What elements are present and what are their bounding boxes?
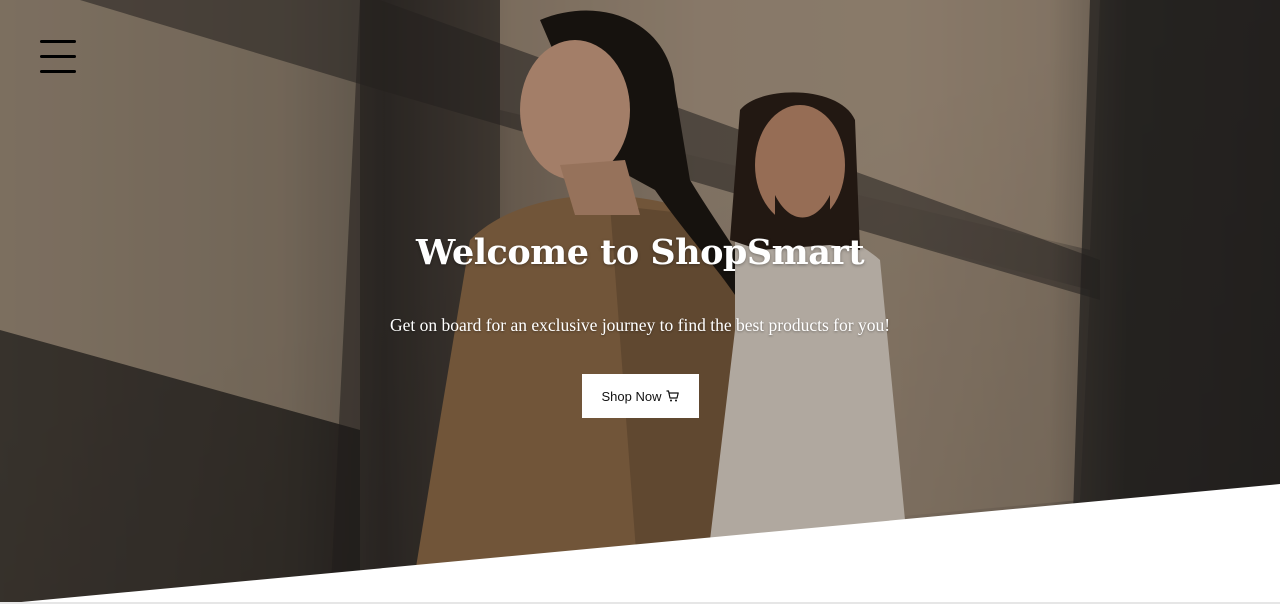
hero-subtitle: Get on board for an exclusive journey to… xyxy=(389,315,891,335)
menu-bar xyxy=(40,55,76,58)
hero-overlay xyxy=(0,0,1280,604)
menu-bar xyxy=(40,70,76,73)
hamburger-menu-icon[interactable] xyxy=(38,38,78,76)
hero-section xyxy=(0,0,1280,604)
hero-title: Welcome to ShopSmart xyxy=(416,232,865,273)
menu-bar xyxy=(40,40,76,43)
shop-now-button[interactable]: Shop Now xyxy=(582,374,699,418)
shop-now-label: Shop Now xyxy=(601,388,662,404)
page: Welcome to ShopSmart Get on board for an… xyxy=(0,0,1280,604)
cart-icon xyxy=(666,390,680,402)
